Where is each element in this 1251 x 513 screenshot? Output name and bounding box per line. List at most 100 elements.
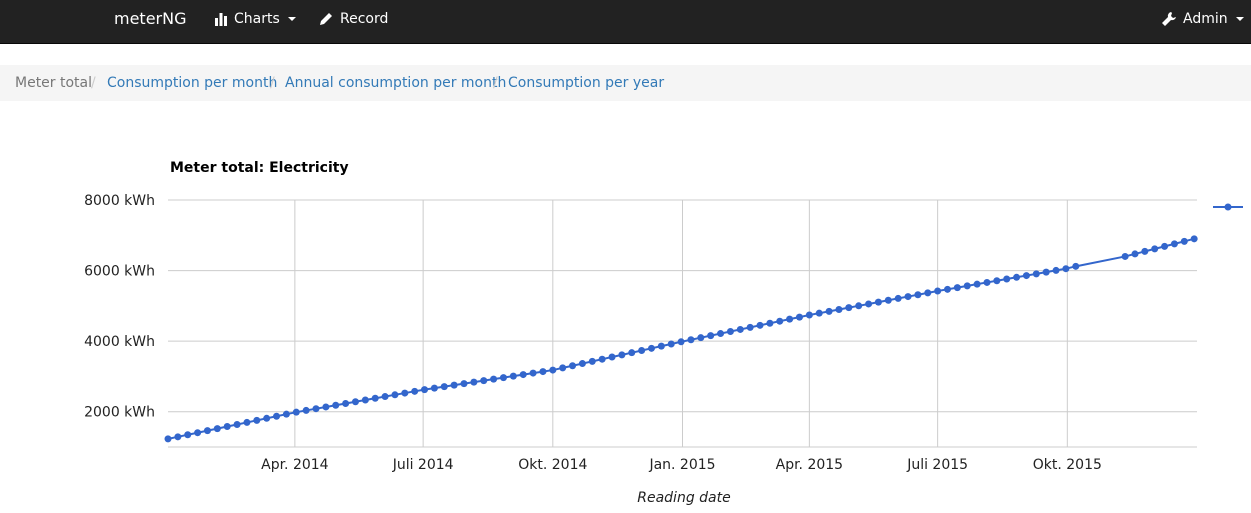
data-point (559, 364, 567, 372)
data-point (332, 401, 340, 409)
data-point (835, 305, 843, 313)
data-point (1170, 240, 1178, 248)
data-point (292, 408, 300, 416)
data-point (766, 319, 774, 327)
data-point (499, 374, 507, 382)
data-point (598, 355, 606, 363)
data-point (1003, 275, 1011, 283)
data-point (460, 380, 468, 388)
data-point (401, 389, 409, 397)
brand-link[interactable]: meterNG (114, 9, 187, 28)
record-link-label: Record (340, 11, 389, 27)
data-point (608, 353, 616, 361)
breadcrumb-meter-total: Meter total (15, 75, 93, 91)
y-tick-label: 8000 kWh (84, 193, 155, 209)
data-point (776, 317, 784, 325)
data-point (1013, 273, 1021, 281)
data-point (539, 368, 547, 376)
admin-menu-label: Admin (1183, 11, 1228, 27)
y-tick-label: 2000 kWh (84, 405, 155, 421)
data-point (519, 371, 527, 379)
data-point (993, 277, 1001, 285)
data-point (253, 416, 261, 424)
data-point (342, 399, 350, 407)
data-point (697, 334, 705, 342)
data-point (1180, 237, 1188, 245)
data-point (509, 372, 517, 380)
data-point (638, 347, 646, 355)
data-point (312, 405, 320, 413)
breadcrumb-annual-consumption-per-month[interactable]: Annual consumption per month (285, 75, 506, 91)
data-point (184, 431, 192, 439)
breadcrumb-separator: / (91, 75, 96, 91)
data-point (707, 332, 715, 340)
data-point (430, 384, 438, 392)
bar-chart-icon (215, 13, 227, 26)
data-point (1151, 245, 1159, 253)
breadcrumb-consumption-per-month[interactable]: Consumption per month (107, 75, 277, 91)
data-point (944, 285, 952, 293)
x-tick-label: Okt. 2015 (1033, 457, 1102, 473)
charts-menu[interactable]: Charts (214, 11, 296, 27)
x-axis-title: Reading date (637, 490, 730, 506)
data-point (618, 351, 626, 359)
x-tick-label: Juli 2015 (906, 457, 968, 473)
data-point (194, 429, 202, 437)
x-tick-label: Jan. 2015 (648, 457, 715, 473)
data-point (1121, 252, 1129, 260)
data-point (322, 403, 330, 411)
data-point (411, 387, 419, 395)
data-point (529, 369, 537, 377)
data-point (795, 313, 803, 321)
data-point (953, 284, 961, 292)
data-point (391, 391, 399, 399)
data-point (223, 423, 231, 431)
data-point (934, 287, 942, 295)
data-point (1032, 270, 1040, 278)
data-point (825, 307, 833, 315)
data-point (569, 362, 577, 370)
data-point (628, 349, 636, 357)
data-point (983, 278, 991, 286)
data-point (963, 282, 971, 290)
data-point (361, 396, 369, 404)
breadcrumb-consumption-per-year[interactable]: Consumption per year (508, 75, 664, 91)
data-point (243, 418, 251, 426)
navbar: meterNG Charts Record Admin (0, 0, 1251, 44)
data-point (855, 302, 863, 310)
data-point (677, 338, 685, 346)
data-point (726, 327, 734, 335)
data-point (588, 357, 596, 365)
data-point (1072, 262, 1080, 270)
data-point (1161, 242, 1169, 250)
pencil-icon (320, 13, 332, 25)
data-point (667, 340, 675, 348)
charts-menu-label: Charts (234, 11, 280, 27)
record-link[interactable]: Record (318, 11, 388, 27)
data-point (233, 420, 241, 428)
chart-title: Meter total: Electricity (170, 160, 349, 176)
data-point (174, 433, 182, 441)
admin-menu[interactable]: Admin (1161, 11, 1244, 27)
data-point (490, 375, 498, 383)
data-point (351, 398, 359, 406)
data-point (1062, 265, 1070, 273)
data-point (973, 280, 981, 288)
data-point (578, 360, 586, 368)
data-point (1042, 268, 1050, 276)
data-point (381, 393, 389, 401)
data-point (687, 336, 695, 344)
data-point (647, 344, 655, 352)
breadcrumb: Meter total / Consumption per month / An… (0, 65, 1251, 101)
data-point (480, 377, 488, 385)
wrench-icon (1162, 12, 1176, 26)
data-point (302, 406, 310, 414)
data-point (904, 293, 912, 301)
data-point (756, 321, 764, 329)
breadcrumb-separator: / (270, 75, 275, 91)
data-point (1022, 272, 1030, 280)
data-point (440, 383, 448, 391)
data-point (263, 414, 271, 422)
x-tick-label: Apr. 2014 (261, 457, 329, 473)
legend-marker (1224, 203, 1232, 211)
